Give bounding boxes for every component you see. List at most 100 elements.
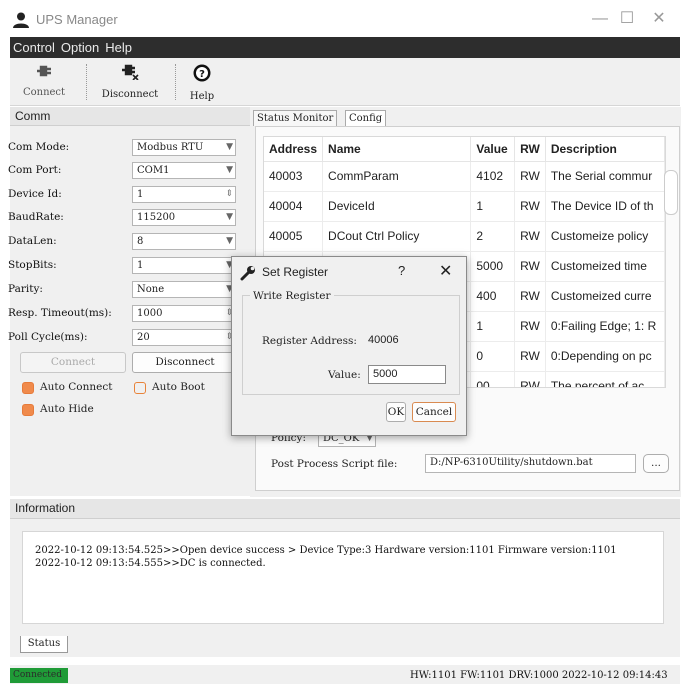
- dropdown-arrow-icon: ▼: [226, 212, 233, 222]
- browse-button[interactable]: ...: [643, 454, 669, 473]
- table-row[interactable]: 40004 DeviceId 1 RW The Device ID of th: [264, 191, 665, 222]
- cell-value[interactable]: 1: [470, 311, 516, 342]
- column-header-description[interactable]: Description: [545, 137, 665, 162]
- cell-value[interactable]: 5000: [470, 251, 516, 282]
- help-button[interactable]: ? Help: [180, 58, 224, 104]
- poll-cycle-spinbox[interactable]: 20 ⇕: [132, 329, 236, 346]
- unplug-icon: [94, 64, 166, 85]
- toolbar-divider: [175, 64, 176, 100]
- cell-rw: RW: [514, 311, 546, 342]
- auto-connect-checkbox[interactable]: [22, 382, 34, 394]
- toolbar: Connect Disconnect ? Help: [10, 58, 680, 106]
- cell-description: 0:Depending on pc: [545, 341, 665, 372]
- svg-text:?: ?: [199, 69, 205, 80]
- cell-value[interactable]: 00: [470, 371, 516, 387]
- window-title: UPS Manager: [36, 12, 118, 27]
- ok-button[interactable]: OK: [386, 402, 406, 422]
- datalen-select[interactable]: 8 ▼: [132, 233, 236, 250]
- cell-rw: RW: [514, 371, 546, 387]
- auto-hide-checkbox[interactable]: [22, 404, 34, 416]
- auto-hide-label: Auto Hide: [40, 403, 94, 415]
- cell-name: DeviceId: [322, 191, 472, 222]
- tab-status-monitor[interactable]: Status Monitor: [253, 110, 338, 126]
- version-status-text: HW:1101 FW:1101 DRV:1000 2022-10-12 09:1…: [410, 670, 668, 681]
- baudrate-select[interactable]: 115200 ▼: [132, 209, 236, 226]
- cell-description: The percent of ac: [545, 371, 665, 387]
- device-id-label: Device Id:: [8, 188, 62, 200]
- table-row[interactable]: 40003 CommParam 4102 RW The Serial commur: [264, 161, 665, 192]
- comm-disconnect-button[interactable]: Disconnect: [132, 352, 238, 373]
- tab-status[interactable]: Status: [20, 636, 68, 653]
- dropdown-arrow-icon: ▼: [226, 165, 233, 175]
- cell-address: 40004: [264, 191, 324, 222]
- maximize-icon[interactable]: ☐: [615, 8, 639, 30]
- connection-status-badge: Connected: [10, 668, 68, 683]
- minimize-icon[interactable]: —: [588, 8, 612, 30]
- com-mode-select[interactable]: Modbus RTU ▼: [132, 139, 236, 156]
- cell-name: DCout Ctrl Policy: [322, 221, 472, 252]
- auto-boot-checkbox[interactable]: [134, 382, 146, 394]
- cell-value[interactable]: 0: [470, 341, 516, 372]
- device-id-spinbox[interactable]: 1 ⇕: [132, 186, 236, 203]
- datalen-label: DataLen:: [8, 235, 57, 247]
- close-window-icon[interactable]: ✕: [647, 8, 671, 30]
- cell-rw: RW: [514, 161, 546, 192]
- register-address-value: 40006: [368, 334, 399, 346]
- cell-rw: RW: [514, 191, 546, 222]
- table-row[interactable]: 40005 DCout Ctrl Policy 2 RW Customeize poli…: [264, 221, 665, 252]
- menu-bar: Control Option Help: [10, 37, 680, 58]
- menu-option[interactable]: Option: [58, 37, 102, 58]
- set-register-dialog: Set Register ? ✕ Write Register Register…: [231, 256, 467, 436]
- comm-section-header: Comm: [10, 107, 250, 126]
- register-address-label: Register Address:: [262, 335, 357, 347]
- menu-control[interactable]: Control: [10, 37, 58, 58]
- cancel-button[interactable]: Cancel: [412, 402, 456, 422]
- cell-value[interactable]: 2: [470, 221, 516, 252]
- cell-value[interactable]: 400: [470, 281, 516, 312]
- cell-description: The Serial commur: [545, 161, 665, 192]
- column-header-name[interactable]: Name: [322, 137, 472, 162]
- stopbits-label: StopBits:: [8, 259, 57, 271]
- group-title: Write Register: [250, 290, 334, 302]
- tab-config[interactable]: Config: [345, 110, 387, 126]
- post-script-input[interactable]: D:/NP-6310Utility/shutdown.bat: [425, 454, 636, 473]
- dialog-close-icon[interactable]: ✕: [439, 261, 452, 281]
- stopbits-select[interactable]: 1 ▼: [132, 257, 236, 274]
- cell-rw: RW: [514, 341, 546, 372]
- cell-rw: RW: [514, 281, 546, 312]
- title-bar: UPS Manager — ☐ ✕: [0, 0, 681, 36]
- dialog-help-icon[interactable]: ?: [398, 263, 405, 278]
- cell-description: Customeize policy: [545, 221, 665, 252]
- plug-icon: [12, 64, 76, 83]
- wrench-icon: [240, 266, 255, 281]
- resp-timeout-spinbox[interactable]: 1000 ⇕: [132, 305, 236, 322]
- register-value-input[interactable]: 5000: [368, 365, 446, 384]
- table-header-row: Address Name Value RW Description: [264, 137, 665, 162]
- log-output[interactable]: 2022-10-12 09:13:54.525>>Open device suc…: [22, 531, 664, 624]
- poll-cycle-label: Poll Cycle(ms):: [8, 331, 88, 343]
- cell-description: 0:Failing Edge; 1: R: [545, 311, 665, 342]
- spin-arrows-icon: ⇕: [225, 189, 233, 199]
- parity-select[interactable]: None ▼: [132, 281, 236, 298]
- dialog-title: Set Register: [262, 265, 329, 279]
- column-header-rw[interactable]: RW: [514, 137, 546, 162]
- column-header-address[interactable]: Address: [264, 137, 324, 162]
- dropdown-arrow-icon: ▼: [226, 236, 233, 246]
- cell-description: Customeized time: [545, 251, 665, 282]
- disconnect-button[interactable]: Disconnect: [94, 58, 166, 104]
- menu-help[interactable]: Help: [102, 37, 135, 58]
- com-port-select[interactable]: COM1 ▼: [132, 162, 236, 179]
- dropdown-arrow-icon: ▼: [226, 142, 233, 152]
- log-line: 2022-10-12 09:13:54.525>>Open device suc…: [35, 545, 617, 556]
- column-header-value[interactable]: Value: [470, 137, 516, 162]
- cell-value[interactable]: 1: [470, 191, 516, 222]
- connect-button[interactable]: Connect: [12, 58, 76, 104]
- auto-boot-label: Auto Boot: [152, 381, 205, 393]
- comm-connect-button[interactable]: Connect: [20, 352, 126, 373]
- table-scrollbar[interactable]: [664, 170, 678, 215]
- cell-value[interactable]: 4102: [470, 161, 516, 192]
- value-label: Value:: [328, 369, 361, 381]
- com-port-label: Com Port:: [8, 164, 62, 176]
- user-icon: [13, 12, 29, 28]
- parity-label: Parity:: [8, 283, 43, 295]
